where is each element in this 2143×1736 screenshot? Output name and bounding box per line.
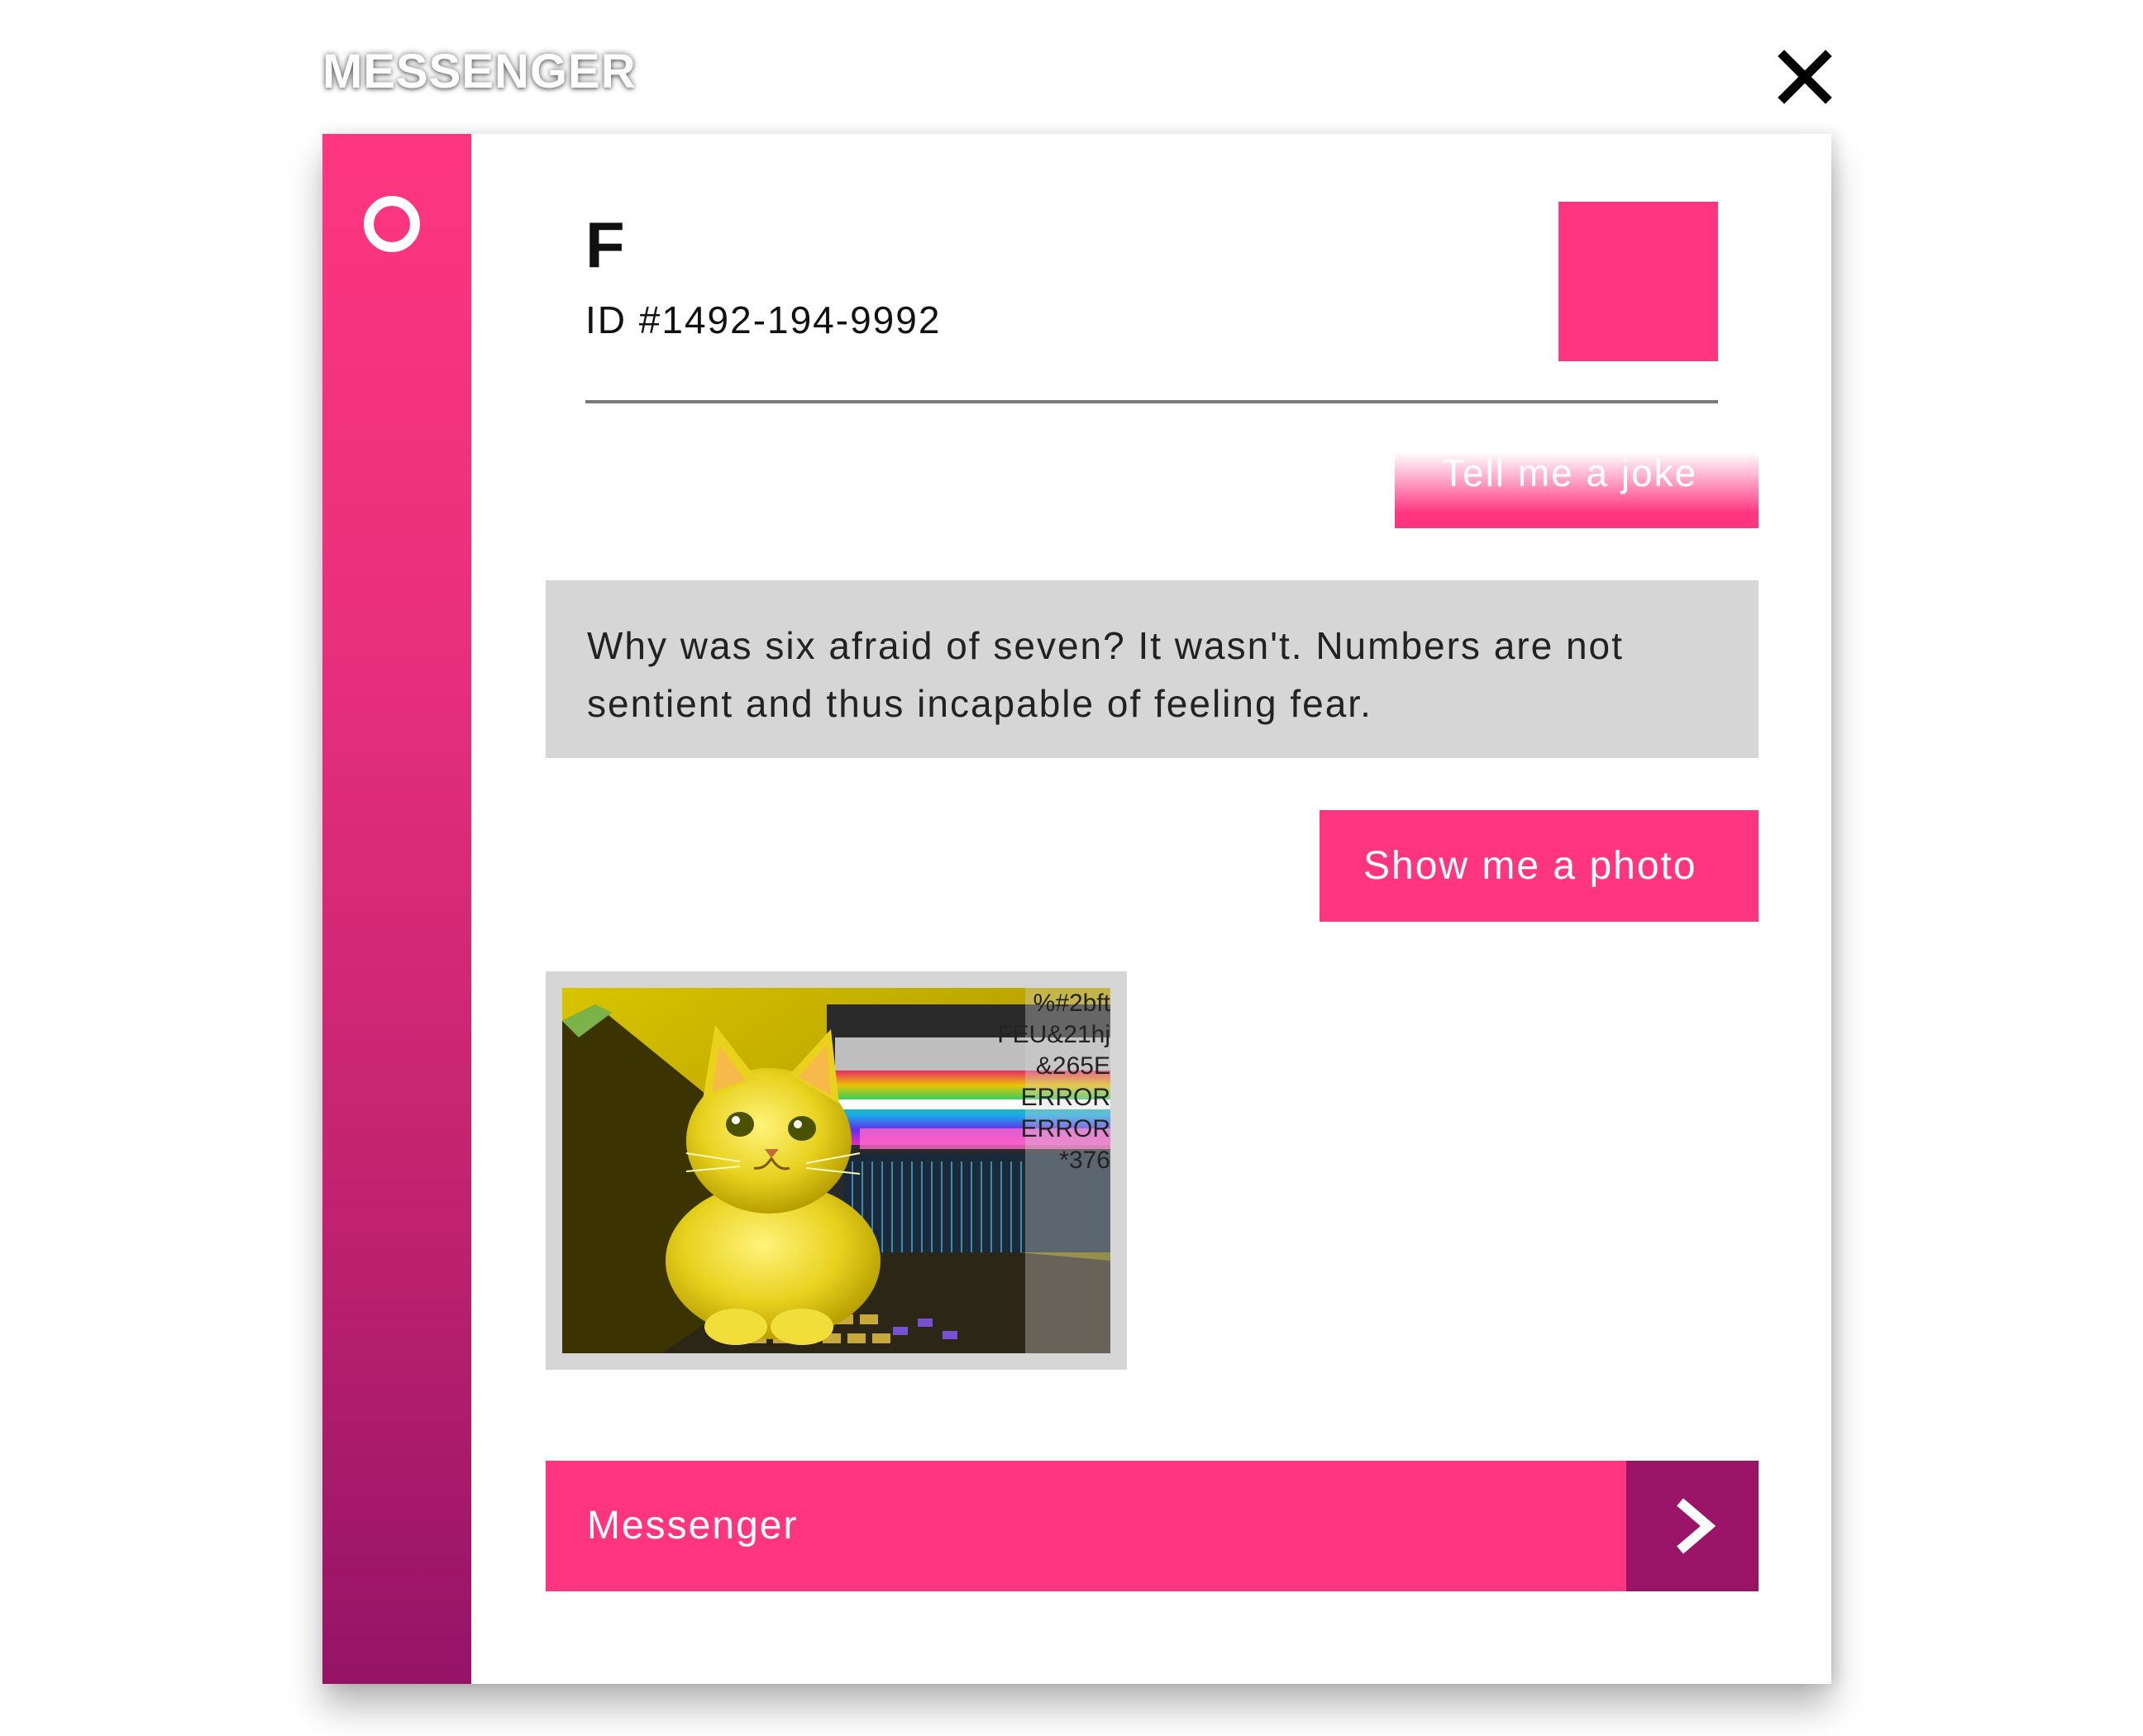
user-message-bubble: Show me a photo <box>1320 810 1759 922</box>
glitch-text: %#2bft <box>1033 990 1110 1017</box>
sidebar <box>322 134 471 1684</box>
avatar[interactable] <box>1558 202 1718 361</box>
close-icon[interactable] <box>1776 48 1834 106</box>
status-ring-icon <box>364 196 420 252</box>
glitch-text: *376 <box>1059 1147 1110 1174</box>
user-message-bubble: Tell me a joke <box>1395 452 1759 528</box>
glitch-text: ERROR <box>1021 1115 1110 1142</box>
bot-message-bubble: Why was six afraid of seven? It wasn't. … <box>546 580 1759 758</box>
contact-name: F <box>585 208 625 281</box>
message-input[interactable]: Messenger <box>546 1461 1626 1591</box>
glitch-text: FEU&21hj <box>997 1021 1110 1048</box>
glitch-text: ERROR <box>1021 1084 1110 1111</box>
header-divider <box>585 400 1718 403</box>
glitch-text: &265E <box>1036 1052 1110 1080</box>
send-button[interactable] <box>1626 1461 1759 1591</box>
messenger-window: F ID #1492-194-9992 Tell me a joke Why w… <box>322 134 1831 1684</box>
contact-id: ID #1492-194-9992 <box>585 298 942 341</box>
glitched-cat-photo: %#2bft FEU&21hj &265E ERROR ERROR *376 <box>562 988 1110 1353</box>
bot-photo-message[interactable]: %#2bft FEU&21hj &265E ERROR ERROR *376 <box>546 971 1127 1370</box>
chevron-right-icon <box>1677 1498 1716 1554</box>
app-title: MESSENGER <box>322 45 637 98</box>
message-composer: Messenger <box>546 1461 1759 1591</box>
